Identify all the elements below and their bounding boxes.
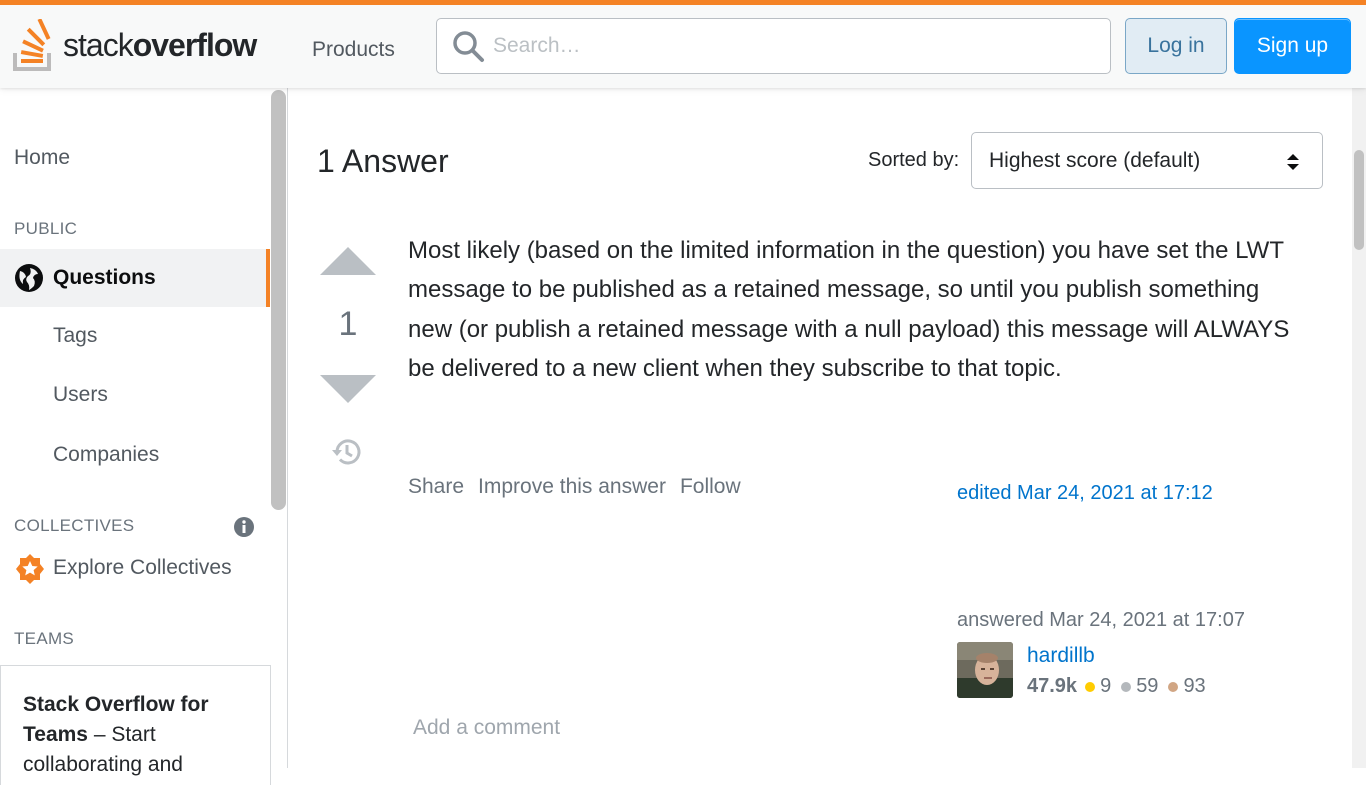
stackoverflow-logo[interactable]: stackoverflow (13, 17, 273, 73)
teams-heading: TEAMS (14, 629, 75, 648)
bronze-badges: 93 (1168, 675, 1206, 698)
nav-tags[interactable]: Tags (53, 324, 97, 348)
improve-answer-link[interactable]: Improve this answer (478, 475, 666, 499)
search-box[interactable] (436, 18, 1111, 74)
public-heading: PUBLIC (14, 219, 78, 238)
silver-badges: 59 (1121, 675, 1158, 698)
share-link[interactable]: Share (408, 475, 464, 499)
history-icon[interactable] (331, 436, 363, 468)
logo-text: stackoverflow (63, 26, 257, 63)
answers-count-title: 1 Answer (317, 143, 449, 179)
signup-button[interactable]: Sign up (1234, 18, 1351, 74)
login-button[interactable]: Log in (1125, 18, 1227, 74)
nav-users[interactable]: Users (53, 383, 108, 407)
explore-collectives-link[interactable]: Explore Collectives (53, 556, 232, 580)
select-arrows-icon (1287, 154, 1299, 170)
nav-home[interactable]: Home (14, 146, 70, 170)
collectives-icon (16, 554, 44, 584)
collectives-heading: COLLECTIVES (14, 516, 135, 535)
answered-timestamp: answered Mar 24, 2021 at 17:07 (957, 609, 1245, 631)
search-icon (453, 31, 484, 62)
vote-count: 1 (338, 305, 358, 343)
user-avatar[interactable] (957, 642, 1013, 698)
top-bar: stackoverflow Products Log in Sign up (0, 0, 1366, 88)
nav-questions[interactable]: Questions (0, 249, 270, 307)
silver-badge-icon (1121, 681, 1132, 692)
sort-select[interactable]: Highest score (default) (971, 132, 1323, 189)
info-icon[interactable] (233, 516, 255, 538)
post-menu: Share Improve this answer Follow (408, 475, 741, 499)
upvote-icon[interactable] (320, 246, 376, 276)
user-stats: 47.9k 9 59 93 (1027, 675, 1216, 698)
edited-timestamp-link[interactable]: edited Mar 24, 2021 at 17:12 (957, 482, 1213, 505)
user-avatar-image (957, 642, 1013, 698)
sidebar-scrollbar[interactable] (271, 90, 286, 510)
bronze-badge-icon (1168, 681, 1179, 692)
follow-link[interactable]: Follow (680, 475, 741, 499)
sorted-by-label: Sorted by: (868, 149, 960, 171)
answer-body: Most likely (based on the limited inform… (408, 237, 1290, 382)
page-scrollbar-thumb[interactable] (1354, 150, 1364, 250)
user-reputation: 47.9k (1027, 675, 1078, 697)
user-name-link[interactable]: hardillb (1027, 644, 1095, 668)
add-comment-link[interactable]: Add a comment (413, 716, 560, 740)
nav-companies[interactable]: Companies (53, 443, 159, 467)
sort-select-value: Highest score (default) (989, 149, 1201, 172)
products-menu[interactable]: Products (296, 31, 411, 71)
teams-promo-text: Stack Overflow for Teams – Start collabo… (23, 693, 209, 776)
gold-badges: 9 (1085, 675, 1111, 698)
left-sidebar: Home PUBLIC Questions Tags Users Compani… (0, 88, 288, 785)
downvote-icon[interactable] (320, 374, 376, 404)
teams-promo: Stack Overflow for Teams – Start collabo… (0, 665, 271, 785)
search-input[interactable] (493, 19, 1093, 73)
nav-questions-label: Questions (53, 266, 156, 289)
stackoverflow-logo-icon (13, 19, 51, 71)
globe-icon (15, 264, 43, 292)
gold-badge-icon (1085, 681, 1096, 692)
